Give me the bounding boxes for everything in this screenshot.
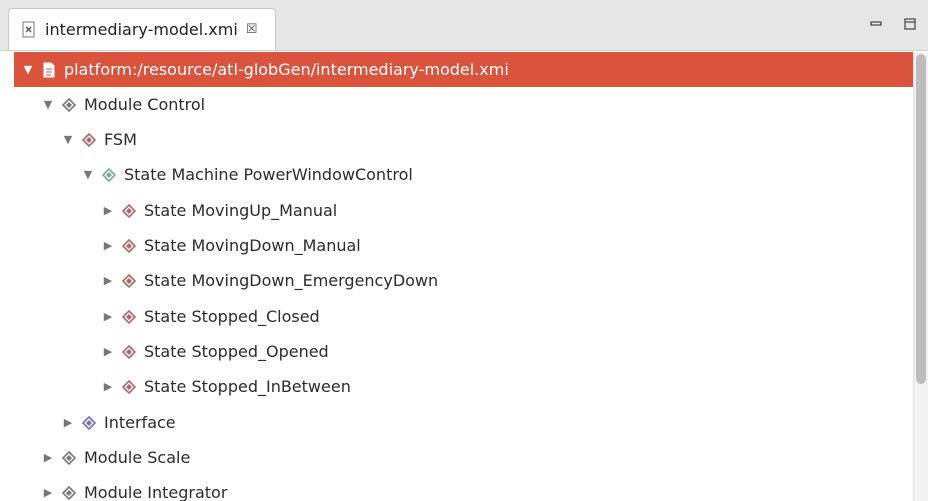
tree-item-resource[interactable]: ▼ platform:/resource/atl-globGen/interme… xyxy=(14,52,913,87)
diamond-node-icon xyxy=(120,378,138,396)
diamond-node-icon xyxy=(100,166,118,184)
diamond-node-icon xyxy=(120,237,138,255)
diamond-node-icon xyxy=(80,131,98,149)
maximize-icon[interactable] xyxy=(902,16,918,32)
tree-item-state[interactable]: ▶ State Stopped_Opened xyxy=(14,334,913,369)
tree-item-label: Module Scale xyxy=(84,448,191,467)
tree-item-label: State MovingUp_Manual xyxy=(144,201,338,220)
diamond-node-icon xyxy=(120,343,138,361)
tree-item-label: State Stopped_InBetween xyxy=(144,377,351,396)
tree-item-module-scale[interactable]: ▶ Module Scale xyxy=(14,440,913,475)
tree-item-state-machine[interactable]: ▼ State Machine PowerWindowControl xyxy=(14,157,913,192)
expanded-arrow-icon[interactable]: ▼ xyxy=(40,97,56,113)
expanded-arrow-icon[interactable]: ▼ xyxy=(80,167,96,183)
diamond-node-icon xyxy=(120,272,138,290)
tree-item-label: Interface xyxy=(104,413,176,432)
vertical-scrollbar[interactable] xyxy=(913,52,928,501)
tree-item-label: FSM xyxy=(104,130,137,149)
expanded-arrow-icon[interactable]: ▼ xyxy=(60,132,76,148)
tree-item-interface[interactable]: ▶ Interface xyxy=(14,405,913,440)
collapsed-arrow-icon[interactable]: ▶ xyxy=(60,415,76,431)
tree-item-state[interactable]: ▶ State Stopped_InBetween xyxy=(14,369,913,404)
tree-item-module-integrator[interactable]: ▶ Module Integrator xyxy=(14,475,913,501)
diamond-node-icon xyxy=(120,202,138,220)
editor-tab-bar: intermediary-model.xmi ☒ xyxy=(0,0,928,51)
collapsed-arrow-icon[interactable]: ▶ xyxy=(40,450,56,466)
collapsed-arrow-icon[interactable]: ▶ xyxy=(100,238,116,254)
tree-item-state[interactable]: ▶ State Stopped_Closed xyxy=(14,299,913,334)
diamond-node-icon xyxy=(80,414,98,432)
tree-item-module-control[interactable]: ▼ Module Control xyxy=(14,87,913,122)
collapsed-arrow-icon[interactable]: ▶ xyxy=(40,485,56,501)
tree-item-label: platform:/resource/atl-globGen/intermedi… xyxy=(64,60,509,79)
diamond-node-icon xyxy=(60,96,78,114)
tree-item-label: State MovingDown_EmergencyDown xyxy=(144,271,439,290)
tree-item-label: State Machine PowerWindowControl xyxy=(124,165,413,184)
tree-item-state[interactable]: ▶ State MovingDown_Manual xyxy=(14,228,913,263)
scrollbar-thumb[interactable] xyxy=(916,54,926,384)
tree-item-state[interactable]: ▶ State MovingDown_EmergencyDown xyxy=(14,263,913,298)
tab-close-icon[interactable]: ☒ xyxy=(246,22,258,37)
collapsed-arrow-icon[interactable]: ▶ xyxy=(100,273,116,289)
diamond-node-icon xyxy=(120,308,138,326)
tree-item-label: State Stopped_Closed xyxy=(144,307,320,326)
diamond-node-icon xyxy=(60,449,78,467)
collapsed-arrow-icon[interactable]: ▶ xyxy=(100,203,116,219)
collapsed-arrow-icon[interactable]: ▶ xyxy=(100,379,116,395)
tree-item-state[interactable]: ▶ State MovingUp_Manual xyxy=(14,193,913,228)
tree-item-label: Module Control xyxy=(84,95,206,114)
editor-tab-label: intermediary-model.xmi xyxy=(45,20,238,39)
tree-item-label: State Stopped_Opened xyxy=(144,342,329,361)
editor-tab[interactable]: intermediary-model.xmi ☒ xyxy=(8,8,276,50)
tree-item-fsm[interactable]: ▼ FSM xyxy=(14,122,913,157)
model-tree: ▼ platform:/resource/atl-globGen/interme… xyxy=(14,52,913,501)
collapsed-arrow-icon[interactable]: ▶ xyxy=(100,309,116,325)
resource-file-icon xyxy=(40,61,58,79)
minimize-icon[interactable] xyxy=(868,16,884,32)
xmi-file-icon xyxy=(19,20,39,40)
tree-item-label: State MovingDown_Manual xyxy=(144,236,361,255)
tree-item-label: Module Integrator xyxy=(84,483,228,501)
collapsed-arrow-icon[interactable]: ▶ xyxy=(100,344,116,360)
diamond-node-icon xyxy=(60,484,78,501)
expanded-arrow-icon[interactable]: ▼ xyxy=(20,62,36,78)
